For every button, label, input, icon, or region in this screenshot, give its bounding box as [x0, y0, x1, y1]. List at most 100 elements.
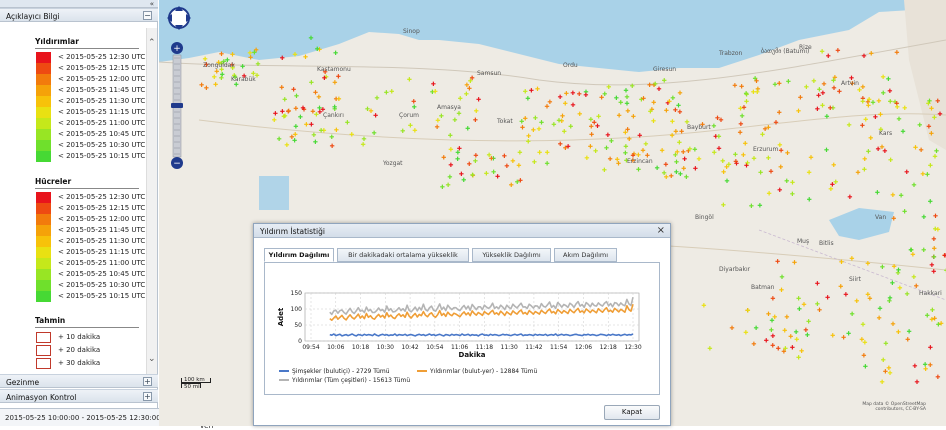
lightning-marker: ✚	[875, 189, 880, 196]
lightning-marker: ✚	[784, 314, 789, 321]
zoom-control[interactable]: + −	[170, 42, 184, 170]
lightning-marker: ✚	[783, 345, 788, 352]
lightning-marker: ✚	[651, 118, 656, 125]
lightning-marker: ✚	[616, 161, 621, 168]
scale-line: 100 km 50 mi	[181, 377, 211, 390]
lightning-marker: ✚	[928, 199, 933, 206]
lightning-marker: ✚	[863, 364, 868, 371]
scroll-down-icon[interactable]: ⌄	[148, 354, 156, 364]
lightning-marker: ✚	[751, 156, 756, 163]
lightning-marker: ✚	[577, 91, 582, 98]
city-label: Kastamonu	[317, 66, 351, 73]
x-tick-label: 10:54	[426, 344, 443, 351]
lightning-marker: ✚	[315, 46, 320, 53]
expand-icon[interactable]: +	[143, 392, 152, 401]
legend-swatch	[36, 118, 51, 129]
close-icon[interactable]: ×	[657, 225, 665, 236]
lightning-marker: ✚	[701, 303, 706, 310]
legend-label: < 2015-05-25 12:15 UTC	[58, 64, 146, 72]
collapse-icon[interactable]: −	[143, 11, 152, 20]
lightning-marker: ✚	[311, 132, 316, 139]
lightning-marker: ✚	[596, 114, 601, 121]
panel-collapse-strip[interactable]: «	[0, 0, 158, 8]
y-tick-label: 50	[294, 322, 302, 329]
lightning-marker: ✚	[931, 269, 936, 276]
lightning-marker: ✚	[847, 122, 852, 129]
legend-label: < 2015-05-25 11:15 UTC	[58, 248, 146, 256]
lightning-marker: ✚	[815, 280, 820, 287]
close-button[interactable]: Kapat	[604, 405, 660, 420]
legend-panel-title: Açıklayıcı Bilgi	[6, 12, 60, 21]
legend-label: < 2015-05-25 11:15 UTC	[58, 108, 146, 116]
lightning-marker: ✚	[934, 148, 939, 155]
lightning-marker: ✚	[896, 329, 901, 336]
lightning-marker: ✚	[770, 333, 775, 340]
lightning-marker: ✚	[890, 280, 895, 287]
lightning-marker: ✚	[663, 162, 668, 169]
lightning-marker: ✚	[939, 320, 944, 327]
lightning-marker: ✚	[310, 109, 315, 116]
lightning-marker: ✚	[293, 106, 298, 113]
lightning-marker: ✚	[763, 126, 768, 133]
city-label: Van	[875, 214, 887, 221]
lightning-marker: ✚	[862, 156, 867, 163]
x-tick-label: 10:30	[377, 344, 394, 351]
lightning-marker: ✚	[681, 165, 686, 172]
lightning-marker: ✚	[914, 379, 919, 386]
lightning-marker: ✚	[504, 163, 509, 170]
lightning-marker: ✚	[929, 106, 934, 113]
dialog-header[interactable]: Yıldırım İstatistiği ×	[254, 224, 670, 238]
dialog-title: Yıldırım İstatistiği	[260, 227, 325, 236]
lightning-marker: ✚	[879, 144, 884, 151]
lightning-marker: ✚	[637, 132, 642, 139]
legend-swatch	[36, 247, 51, 258]
lightning-marker: ✚	[808, 155, 813, 162]
lightning-marker: ✚	[282, 97, 287, 104]
tab-lightning-distribution[interactable]: Yıldırım Dağılımı	[264, 248, 334, 262]
gezinme-panel-header[interactable]: Gezinme +	[0, 374, 158, 388]
city-label: Erzincan	[627, 158, 653, 165]
legend-panel-header[interactable]: Açıklayıcı Bilgi −	[0, 8, 158, 22]
lightning-marker: ✚	[458, 95, 463, 102]
expand-icon[interactable]: +	[143, 377, 152, 386]
zoom-slider-handle[interactable]	[171, 103, 183, 108]
lightning-marker: ✚	[459, 171, 464, 178]
legend-swatch	[36, 107, 51, 118]
lightning-marker: ✚	[624, 101, 629, 108]
legend-scrollbar[interactable]: ⌃ ⌄	[146, 28, 157, 374]
pan-control[interactable]	[167, 4, 191, 38]
lightning-marker: ✚	[674, 159, 679, 166]
city-label: Yozgat	[383, 160, 403, 167]
tab-avg-height[interactable]: Bir dakikadaki ortalama yükseklik	[337, 248, 469, 262]
collapse-panel-button[interactable]: «	[150, 0, 154, 8]
legend-swatch	[36, 345, 51, 356]
lightning-marker: ✚	[743, 330, 748, 337]
lightning-marker: ✚	[902, 105, 907, 112]
lightning-marker: ✚	[440, 184, 445, 191]
lightning-marker: ✚	[684, 174, 689, 181]
lightning-marker: ✚	[758, 170, 763, 177]
legend-swatch	[36, 225, 51, 236]
animation-panel-header[interactable]: Animasyon Kontrol +	[0, 389, 158, 403]
scroll-up-icon[interactable]: ⌃	[148, 38, 156, 48]
legend-label: < 2015-05-25 12:30 UTC	[58, 193, 146, 201]
lightning-marker: ✚	[928, 162, 933, 169]
tab-height-distribution[interactable]: Yükseklik Dağılımı	[472, 248, 551, 262]
lightning-marker: ✚	[643, 141, 648, 148]
lightning-marker: ✚	[904, 169, 909, 176]
city-label: Erzurum	[753, 146, 779, 153]
lightning-marker: ✚	[336, 96, 341, 103]
lightning-marker: ✚	[336, 74, 341, 81]
lightning-marker: ✚	[772, 81, 777, 88]
city-label: Kars	[879, 130, 893, 137]
lightning-marker: ✚	[252, 49, 257, 56]
lightning-marker: ✚	[551, 121, 556, 128]
lightning-marker: ✚	[617, 113, 622, 120]
tab-current-distribution[interactable]: Akım Dağılımı	[554, 248, 617, 262]
lightning-marker: ✚	[837, 88, 842, 95]
lightning-marker: ✚	[886, 76, 891, 83]
lightning-marker: ✚	[280, 55, 285, 62]
lightning-chart: 05010015009:54 10:06 10:18 10:30 10:42 10:54 1…	[277, 290, 642, 384]
lightning-marker: ✚	[796, 108, 801, 115]
lightning-marker: ✚	[807, 197, 812, 204]
